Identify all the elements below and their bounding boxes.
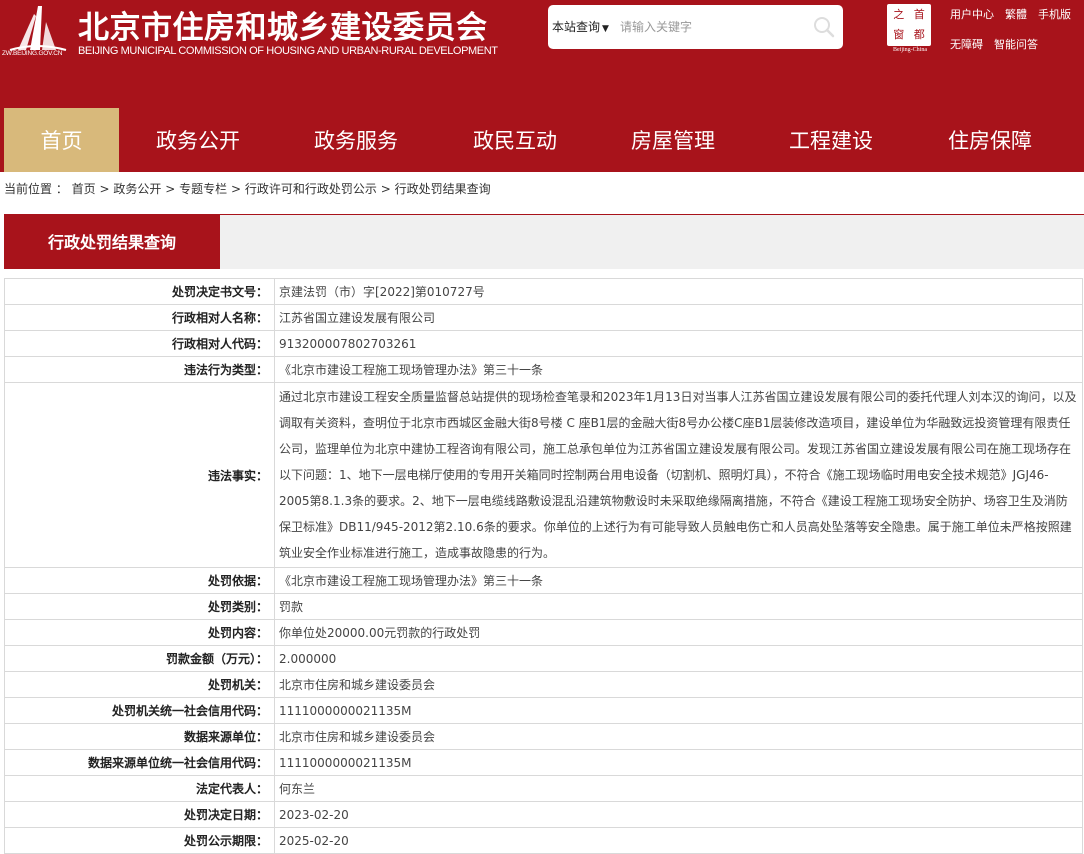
table-row: 处罚公示期限： 2025-02-20 <box>4 827 1083 854</box>
breadcrumb-item-penalty-query[interactable]: 行政处罚结果查询 <box>395 182 491 196</box>
penalty-detail-table: 处罚决定书文号： 京建法罚（市）字[2022]第010727号 行政相对人名称：… <box>4 278 1083 854</box>
field-label: 行政相对人代码： <box>4 330 275 357</box>
field-label: 违法事实： <box>4 382 275 568</box>
breadcrumb-separator: > <box>230 182 242 196</box>
field-label: 数据来源单位： <box>4 723 275 750</box>
table-row: 罚款金额（万元）： 2.000000 <box>4 645 1083 672</box>
traditional-chinese-link[interactable]: 繁體 <box>1005 6 1027 22</box>
breadcrumb-separator: > <box>165 182 176 196</box>
section-header-fill <box>220 215 1084 269</box>
field-value: 通过北京市建设工程安全质量监督总站提供的现场检查笔录和2023年1月13日对当事… <box>274 382 1083 568</box>
field-value: 北京市住房和城乡建设委员会 <box>274 671 1083 698</box>
breadcrumb-item-license-penalty[interactable]: 行政许可和行政处罚公示 <box>245 182 377 196</box>
accessibility-link[interactable]: 无障碍 <box>950 36 983 52</box>
field-value: 《北京市建设工程施工现场管理办法》第三十一条 <box>274 356 1083 383</box>
section-title: 行政处罚结果查询 <box>4 215 220 269</box>
field-label: 行政相对人名称： <box>4 304 275 331</box>
site-title[interactable]: 北京市住房和城乡建设委员会 <box>78 2 488 47</box>
table-row: 法定代表人： 何东兰 <box>4 775 1083 802</box>
site-subtitle: BEIJING MUNICIPAL COMMISSION OF HOUSING … <box>78 45 498 57</box>
table-row: 数据来源单位： 北京市住房和城乡建设委员会 <box>4 723 1083 750</box>
smart-qa-link[interactable]: 智能问答 <box>994 36 1038 52</box>
section-header: 行政处罚结果查询 <box>4 214 1084 270</box>
nav-item-housing-management[interactable]: 房屋管理 <box>615 108 731 172</box>
table-row: 行政相对人名称： 江苏省国立建设发展有限公司 <box>4 304 1083 331</box>
breadcrumb-separator: > <box>380 182 391 196</box>
table-row: 数据来源单位统一社会信用代码： 1111000000021135M <box>4 749 1083 776</box>
breadcrumb: 当前位置 ： 首页 > 政务公开 > 专题专栏 > 行政许可和行政处罚公示 > … <box>4 180 491 197</box>
field-label: 处罚机关： <box>4 671 275 698</box>
breadcrumb-item-special-topics[interactable]: 专题专栏 <box>179 182 227 196</box>
nav-item-housing-security[interactable]: 住房保障 <box>932 108 1048 172</box>
nav-item-home[interactable]: 首页 <box>4 108 119 172</box>
field-value: 何东兰 <box>274 775 1083 802</box>
table-row: 处罚依据： 《北京市建设工程施工现场管理办法》第三十一条 <box>4 567 1083 594</box>
field-label: 处罚决定日期： <box>4 801 275 828</box>
main-nav: 首页 政务公开 政务服务 政民互动 房屋管理 工程建设 住房保障 <box>0 108 1084 172</box>
table-row: 处罚内容： 你单位处20000.00元罚款的行政处罚 <box>4 619 1083 646</box>
field-label: 处罚公示期限： <box>4 827 275 854</box>
field-label: 法定代表人： <box>4 775 275 802</box>
capital-logo-char: 之 <box>893 8 905 21</box>
nav-item-interaction[interactable]: 政民互动 <box>457 108 573 172</box>
field-label: 处罚内容： <box>4 619 275 646</box>
field-value: 2023-02-20 <box>274 801 1083 828</box>
table-row: 违法行为类型： 《北京市建设工程施工现场管理办法》第三十一条 <box>4 356 1083 383</box>
field-value: 江苏省国立建设发展有限公司 <box>274 304 1083 331</box>
table-row: 行政相对人代码： 913200007802703261 <box>4 330 1083 357</box>
site-header: ZW.BEIJING.GOV.CN 北京市住房和城乡建设委员会 BEIJING … <box>0 0 1084 108</box>
field-value: 1111000000021135M <box>274 749 1083 776</box>
capital-logo-char: 首 <box>913 8 925 21</box>
capital-logo-char: 都 <box>913 27 925 41</box>
breadcrumb-item-government-affairs[interactable]: 政务公开 <box>113 182 161 196</box>
nav-item-government-affairs[interactable]: 政务公开 <box>140 108 256 172</box>
table-row: 处罚机关： 北京市住房和城乡建设委员会 <box>4 671 1083 698</box>
field-label: 罚款金额（万元）： <box>4 645 275 672</box>
search-icon[interactable] <box>812 15 836 39</box>
nav-item-government-services[interactable]: 政务服务 <box>298 108 414 172</box>
field-value: 《北京市建设工程施工现场管理办法》第三十一条 <box>274 567 1083 594</box>
field-value: 913200007802703261 <box>274 330 1083 357</box>
capital-logo-char: 窗 <box>893 27 905 41</box>
field-value: 你单位处20000.00元罚款的行政处罚 <box>274 619 1083 646</box>
table-row: 处罚机关统一社会信用代码： 1111000000021135M <box>4 697 1083 724</box>
field-label: 处罚类别： <box>4 593 275 620</box>
field-value: 京建法罚（市）字[2022]第010727号 <box>274 278 1083 305</box>
search-box: 本站查询 ▼ <box>548 5 843 49</box>
field-value: 2.000000 <box>274 645 1083 672</box>
table-row: 处罚类别： 罚款 <box>4 593 1083 620</box>
capital-logo-caption: Beijing-China <box>893 47 927 53</box>
field-label: 违法行为类型： <box>4 356 275 383</box>
user-center-link[interactable]: 用户中心 <box>950 6 994 22</box>
table-row: 处罚决定书文号： 京建法罚（市）字[2022]第010727号 <box>4 278 1083 305</box>
search-input[interactable] <box>620 15 800 39</box>
field-label: 处罚决定书文号： <box>4 278 275 305</box>
nav-item-construction[interactable]: 工程建设 <box>773 108 889 172</box>
field-value: 北京市住房和城乡建设委员会 <box>274 723 1083 750</box>
breadcrumb-item-home[interactable]: 首页 <box>72 182 96 196</box>
field-value: 2025-02-20 <box>274 827 1083 854</box>
breadcrumb-prefix: 当前位置 ： <box>4 182 68 196</box>
search-scope-select[interactable]: 本站查询 ▼ <box>552 18 609 35</box>
search-scope-label: 本站查询 <box>552 20 601 34</box>
capital-window-logo[interactable]: 之 首 窗 都 Beijing-China <box>884 4 934 56</box>
field-label: 处罚依据： <box>4 567 275 594</box>
mobile-version-link[interactable]: 手机版 <box>1038 6 1071 22</box>
field-value: 罚款 <box>274 593 1083 620</box>
breadcrumb-separator: > <box>99 182 110 196</box>
table-row: 处罚决定日期： 2023-02-20 <box>4 801 1083 828</box>
field-label: 处罚机关统一社会信用代码： <box>4 697 275 724</box>
field-label: 数据来源单位统一社会信用代码： <box>4 749 275 776</box>
logo-domain-text: ZW.BEIJING.GOV.CN <box>2 50 63 57</box>
field-value: 1111000000021135M <box>274 697 1083 724</box>
table-row: 违法事实： 通过北京市建设工程安全质量监督总站提供的现场检查笔录和2023年1月… <box>4 382 1083 568</box>
chevron-down-icon: ▼ <box>602 24 609 34</box>
